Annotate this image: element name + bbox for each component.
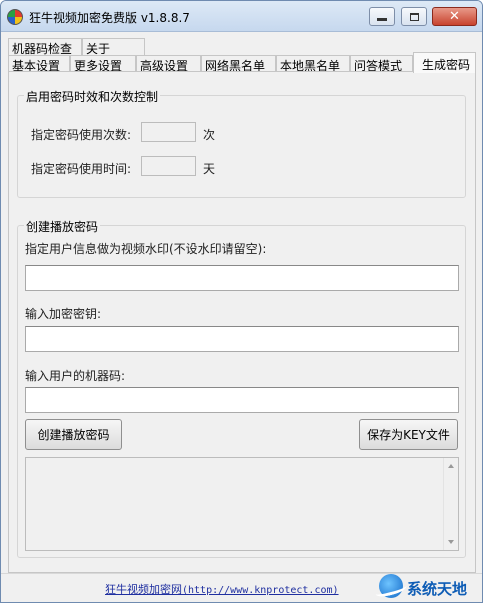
minimize-button[interactable]	[369, 7, 395, 26]
watermark-logo: 系统天地	[374, 571, 483, 603]
website-link-text: 狂牛视频加密网	[105, 583, 182, 596]
tab-machine-code-check[interactable]: 机器码检查	[8, 38, 82, 56]
create-group-title: 创建播放密码	[24, 218, 101, 235]
use-count-unit: 次	[203, 128, 216, 142]
machine-code-input[interactable]	[25, 387, 459, 413]
use-count-input[interactable]	[141, 122, 196, 142]
app-logo-icon	[7, 9, 23, 25]
create-password-button[interactable]: 创建播放密码	[25, 419, 122, 450]
close-icon: ✕	[449, 9, 460, 24]
window-title: 狂牛视频加密免费版 v1.8.8.7	[29, 11, 190, 25]
website-link-url: (http://www.knprotect.com)	[182, 585, 339, 596]
encryption-key-input[interactable]	[25, 326, 459, 352]
use-time-unit: 天	[203, 162, 216, 176]
use-time-label: 指定密码使用时间:	[31, 162, 132, 176]
maximize-button[interactable]	[401, 7, 427, 26]
expiry-control-group: 启用密码时效和次数控制 指定密码使用次数: 次 指定密码使用时间: 天	[17, 88, 466, 198]
encryption-key-label: 输入加密密钥:	[25, 307, 102, 321]
minimize-icon	[377, 18, 387, 21]
generate-password-page: 启用密码时效和次数控制 指定密码使用次数: 次 指定密码使用时间: 天 创建播放…	[8, 71, 476, 573]
website-link[interactable]: 狂牛视频加密网(http://www.knprotect.com)	[105, 581, 339, 597]
output-scrollbar[interactable]	[443, 458, 458, 550]
watermark-text: 系统天地	[407, 580, 468, 598]
maximize-icon	[409, 12, 419, 21]
scroll-up-icon[interactable]	[448, 464, 454, 468]
machine-code-label: 输入用户的机器码:	[25, 369, 126, 383]
password-output-area[interactable]	[25, 457, 459, 551]
tab-about[interactable]: 关于	[82, 38, 145, 56]
tab-generate-password[interactable]: 生成密码	[413, 52, 476, 73]
app-window: 狂牛视频加密免费版 v1.8.8.7 ✕ 机器码检查 关于 基本设置 更多设置 …	[0, 0, 483, 603]
user-info-label: 指定用户信息做为视频水印(不设水印请留空):	[25, 242, 267, 256]
expiry-group-title: 启用密码时效和次数控制	[24, 88, 161, 105]
tab-row-top: 机器码检查 关于	[8, 38, 148, 56]
use-time-input[interactable]	[141, 156, 196, 176]
user-info-input[interactable]	[25, 265, 459, 291]
title-bar[interactable]: 狂牛视频加密免费版 v1.8.8.7 ✕	[1, 1, 482, 32]
close-button[interactable]: ✕	[432, 7, 477, 26]
scroll-down-icon[interactable]	[448, 540, 454, 544]
save-key-file-button[interactable]: 保存为KEY文件	[359, 419, 458, 450]
use-count-label: 指定密码使用次数:	[31, 128, 132, 142]
